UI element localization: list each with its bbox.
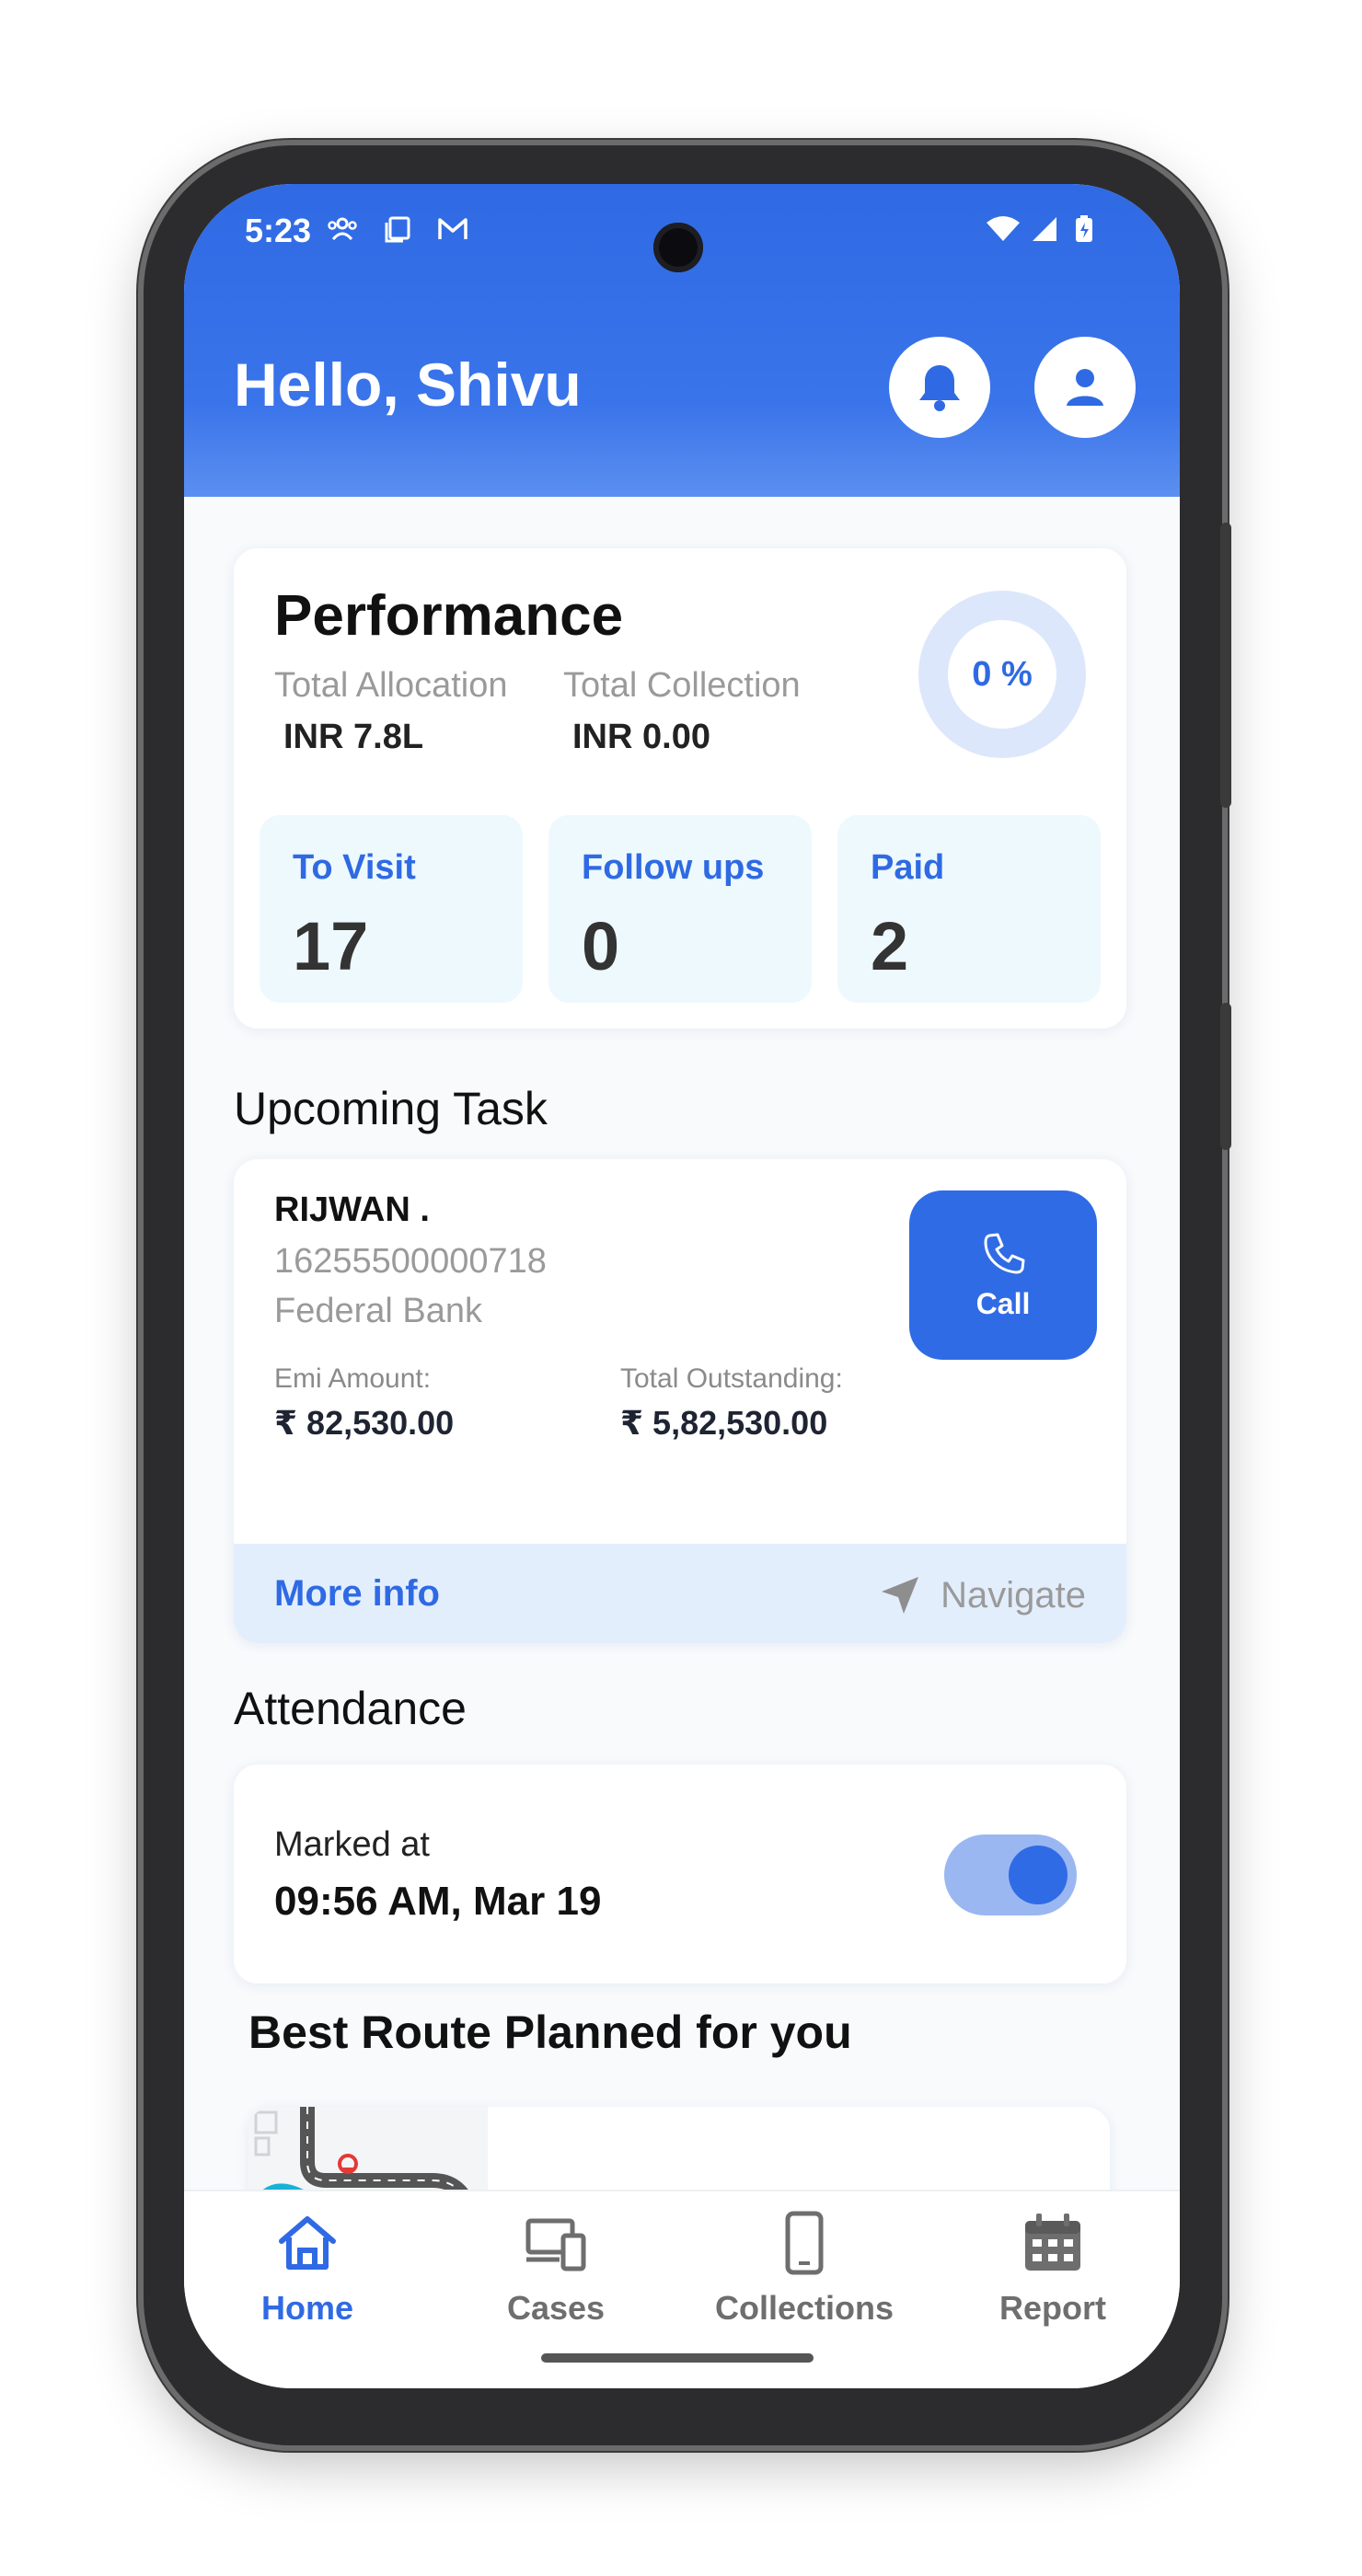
attendance-title: Attendance: [234, 1683, 467, 1734]
status-time: 5:23: [245, 212, 312, 249]
people-icon: [328, 217, 357, 241]
battery-icon: [1076, 215, 1092, 242]
greeting-title: Hello, Shivu: [234, 351, 582, 419]
nav-home[interactable]: Home: [206, 2210, 409, 2328]
stat-paid[interactable]: Paid 2: [837, 815, 1101, 1003]
toggle-knob: [1009, 1846, 1068, 1904]
devices-icon: [525, 2218, 586, 2271]
emi-label: Emi Amount:: [274, 1363, 432, 1394]
performance-card: Performance Total Allocation INR 7.8L To…: [234, 548, 1126, 1029]
marked-at-time: 09:56 AM, Mar 19: [274, 1879, 602, 1924]
task-bank: Federal Bank: [274, 1292, 483, 1330]
camera-cutout: [653, 223, 703, 272]
emi-value: ₹ 82,530.00: [274, 1404, 455, 1442]
power-button: [1220, 523, 1231, 808]
phone-icon: [785, 2211, 824, 2275]
marked-at-label: Marked at: [274, 1825, 430, 1864]
user-icon: [1067, 369, 1103, 406]
signal-icon: [1033, 217, 1056, 241]
home-icon: [279, 2216, 336, 2270]
upcoming-task-title: Upcoming Task: [234, 1083, 548, 1134]
calendar-icon: [1025, 2214, 1080, 2271]
total-allocation-label: Total Allocation: [274, 666, 508, 705]
task-name: RIJWAN .: [274, 1190, 430, 1229]
stat-to-visit[interactable]: To Visit 17: [260, 815, 523, 1003]
call-button[interactable]: Call: [909, 1190, 1097, 1360]
progress-percent: 0 %: [948, 620, 1056, 729]
route-title: Best Route Planned for you: [248, 2007, 852, 2058]
upcoming-task-card: RIJWAN . 16255500000718 Federal Bank Emi…: [234, 1159, 1126, 1643]
stat-follow-ups[interactable]: Follow ups 0: [548, 815, 812, 1003]
nav-label: Report: [999, 2289, 1106, 2327]
nav-cases[interactable]: Cases: [455, 2210, 657, 2328]
stat-value: 17: [293, 908, 369, 984]
navigate-button[interactable]: Navigate: [878, 1573, 1086, 1617]
attendance-card: Marked at 09:56 AM, Mar 19: [234, 1765, 1126, 1984]
navigate-label: Navigate: [941, 1574, 1086, 1616]
navigation-arrow-icon: [882, 1577, 919, 1614]
stat-label: Follow ups: [582, 848, 765, 887]
copy-icon: [385, 216, 410, 243]
screen: 5:23 Hello, Shivu Performance Total Allo…: [184, 184, 1180, 2388]
task-footer: More info Navigate: [234, 1544, 1126, 1643]
nav-label: Collections: [714, 2289, 895, 2327]
stat-label: Paid: [871, 848, 945, 887]
wifi-icon: [987, 216, 1020, 241]
stat-value: 0: [582, 908, 620, 984]
call-label: Call: [975, 1286, 1031, 1320]
total-collection-label: Total Collection: [563, 666, 801, 705]
home-indicator[interactable]: [541, 2353, 814, 2363]
status-bar: 5:23: [184, 202, 1180, 272]
notifications-button[interactable]: [889, 337, 990, 438]
bottom-navigation: Home Cases Collections Report: [184, 2190, 1180, 2388]
performance-title: Performance: [274, 584, 624, 648]
profile-button[interactable]: [1034, 337, 1136, 438]
volume-button: [1220, 1003, 1231, 1150]
stat-label: To Visit: [293, 848, 416, 887]
gmail-icon: [438, 218, 467, 239]
total-allocation-value: INR 7.8L: [283, 718, 424, 756]
bell-icon: [919, 365, 960, 411]
nav-report[interactable]: Report: [952, 2210, 1154, 2328]
outstanding-value: ₹ 5,82,530.00: [620, 1404, 828, 1442]
nav-collections[interactable]: Collections: [703, 2210, 906, 2328]
nav-label: Cases: [506, 2289, 606, 2327]
attendance-toggle[interactable]: [944, 1834, 1077, 1915]
task-account-number: 16255500000718: [274, 1242, 547, 1281]
phone-call-icon: [984, 1233, 1025, 1273]
nav-label: Home: [260, 2289, 354, 2327]
total-collection-value: INR 0.00: [572, 718, 710, 756]
progress-ring: 0 %: [918, 591, 1086, 758]
outstanding-label: Total Outstanding:: [620, 1363, 843, 1394]
more-info-link[interactable]: More info: [274, 1573, 440, 1615]
header: 5:23 Hello, Shivu: [184, 184, 1180, 497]
stat-value: 2: [871, 908, 909, 984]
